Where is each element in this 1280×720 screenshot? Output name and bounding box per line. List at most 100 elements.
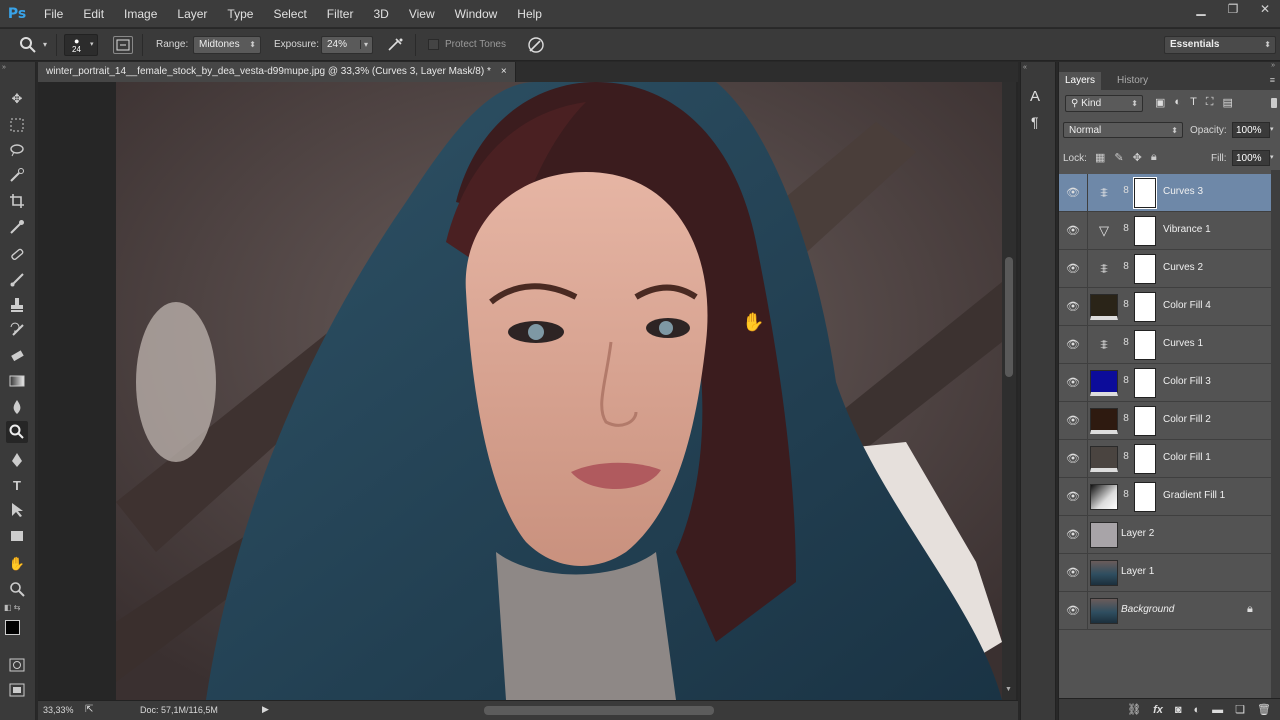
close-tab-icon[interactable]: × [501,62,507,82]
layer-row[interactable]: 👁︎ ⩨ 8 Curves 2 [1059,250,1271,288]
character-panel-icon[interactable]: A [1030,88,1040,105]
zoom-tool-icon[interactable] [6,578,28,600]
type-tool-icon[interactable]: T [6,474,28,496]
layer-mask-thumbnail[interactable] [1134,406,1156,436]
visibility-eye-icon[interactable]: 👁︎ [1065,224,1081,238]
menu-view[interactable]: View [399,0,445,28]
layer-row[interactable]: 👁︎ 8 Color Fill 3 [1059,364,1271,402]
export-icon[interactable]: ⇱ [85,704,93,715]
tab-history[interactable]: History [1111,72,1154,90]
menu-help[interactable]: Help [507,0,552,28]
opacity-dropdown-icon[interactable]: ▾ [1270,125,1274,133]
lasso-tool-icon[interactable] [6,139,28,161]
document-tab[interactable]: winter_portrait_14__female_stock_by_dea_… [38,62,516,82]
visibility-eye-icon[interactable]: 👁︎ [1065,186,1081,200]
exposure-input[interactable]: 24% ▾ [321,36,373,54]
airbrush-icon[interactable] [386,36,406,54]
mask-link-icon[interactable]: 8 [1121,185,1131,201]
menu-type[interactable]: Type [217,0,263,28]
collapse-toolbox-icon[interactable]: » [2,64,32,71]
lock-transparent-icon[interactable]: ▦ [1095,151,1105,164]
visibility-eye-icon[interactable]: 👁︎ [1065,338,1081,352]
crop-tool-icon[interactable] [6,190,28,212]
layer-row[interactable]: 👁︎ 8 Color Fill 1 [1059,440,1271,478]
mask-link-icon[interactable]: 8 [1121,337,1131,353]
zoom-level[interactable]: 33,33% [43,705,74,715]
add-mask-icon[interactable]: ◙ [1175,704,1182,716]
move-tool-icon[interactable]: ✥ [6,88,28,110]
vertical-scroll-thumb[interactable] [1005,257,1013,377]
visibility-eye-icon[interactable]: 👁︎ [1065,528,1081,542]
collapse-panels-icon[interactable]: « [1023,64,1053,71]
fill-dropdown-icon[interactable]: ▾ [1270,153,1274,161]
marquee-tool-icon[interactable] [6,114,28,136]
brush-tool-icon[interactable] [6,268,28,290]
history-brush-tool-icon[interactable] [6,319,28,341]
pressure-size-icon[interactable] [526,35,546,55]
vertical-scrollbar[interactable]: ▼ [1002,82,1016,700]
visibility-eye-icon[interactable]: 👁︎ [1065,490,1081,504]
visibility-eye-icon[interactable]: 👁︎ [1065,604,1081,618]
new-layer-icon[interactable]: ❏ [1235,703,1245,716]
gradient-tool-icon[interactable] [6,370,28,392]
dodge-tool-preset-icon[interactable] [18,35,38,55]
menu-select[interactable]: Select [263,0,316,28]
opacity-input[interactable]: 100% [1232,122,1270,138]
layer-row[interactable]: 👁︎ Layer 1 [1059,554,1271,592]
layer-row[interactable]: 👁︎ Background 🔒︎ [1059,592,1271,630]
pen-tool-icon[interactable] [6,449,28,471]
clone-stamp-tool-icon[interactable] [6,294,28,316]
canvas-area[interactable]: ✋ [38,82,1018,700]
menu-3d[interactable]: 3D [363,0,398,28]
visibility-eye-icon[interactable]: 👁︎ [1065,566,1081,580]
visibility-eye-icon[interactable]: 👁︎ [1065,262,1081,276]
layer-mask-thumbnail[interactable] [1134,330,1156,360]
protect-tones-checkbox[interactable] [428,39,439,50]
range-select[interactable]: Midtones ⬍ [193,36,261,54]
filter-pixel-icon[interactable]: ▣ [1155,96,1165,109]
foreground-color-swatch[interactable] [5,620,20,635]
new-adjustment-layer-icon[interactable]: ◐ [1194,704,1201,716]
mask-link-icon[interactable]: 8 [1121,489,1131,505]
layer-mask-thumbnail[interactable] [1134,444,1156,474]
visibility-eye-icon[interactable]: 👁︎ [1065,376,1081,390]
status-menu-arrow-icon[interactable]: ▶ [262,704,269,715]
layer-row[interactable]: 👁︎ ▽ 8 Vibrance 1 [1059,212,1271,250]
menu-edit[interactable]: Edit [73,0,114,28]
quick-mask-icon[interactable] [6,654,28,676]
layer-row[interactable]: 👁︎ 8 Color Fill 4 [1059,288,1271,326]
mask-link-icon[interactable]: 8 [1121,413,1131,429]
layer-mask-thumbnail[interactable] [1134,482,1156,512]
eraser-tool-icon[interactable] [6,345,28,367]
tab-layers[interactable]: Layers [1059,72,1102,90]
layer-row[interactable]: 👁︎ Layer 2 [1059,516,1271,554]
link-layers-icon[interactable]: ⛓ [1127,703,1141,716]
filter-type-icon[interactable]: T [1190,96,1197,109]
mask-link-icon[interactable]: 8 [1121,299,1131,315]
layer-row[interactable]: 👁︎ ⩨ 8 Curves 1 [1059,326,1271,364]
layer-style-icon[interactable]: fx [1153,704,1163,716]
mask-link-icon[interactable]: 8 [1121,223,1131,239]
layer-mask-thumbnail[interactable] [1134,216,1156,246]
visibility-eye-icon[interactable]: 👁︎ [1065,452,1081,466]
filter-smart-object-icon[interactable]: ▤ [1223,96,1233,109]
visibility-eye-icon[interactable]: 👁︎ [1065,300,1081,314]
brush-panel-toggle-icon[interactable] [113,36,133,54]
horizontal-scroll-thumb[interactable] [484,706,714,715]
delete-layer-icon[interactable]: 🗑︎ [1257,703,1271,716]
layer-row[interactable]: 👁︎ 8 Color Fill 2 [1059,402,1271,440]
document-image[interactable]: ✋ [116,82,1002,700]
collapse-icon[interactable]: » [1271,62,1275,69]
fill-input[interactable]: 100% [1232,150,1270,166]
rectangle-tool-icon[interactable] [6,525,28,547]
blend-mode-select[interactable]: Normal ⬍ [1063,122,1183,138]
chevron-down-icon[interactable]: ▾ [359,40,368,49]
paragraph-panel-icon[interactable]: ¶ [1031,114,1039,130]
menu-file[interactable]: File [34,0,73,28]
layer-mask-thumbnail[interactable] [1134,368,1156,398]
menu-layer[interactable]: Layer [167,0,217,28]
layer-mask-thumbnail[interactable] [1134,254,1156,284]
filter-toggle[interactable] [1271,98,1277,108]
filter-kind-select[interactable]: ⚲ Kind ⬍ [1065,95,1143,112]
layer-row[interactable]: 👁︎ 8 Gradient Fill 1 [1059,478,1271,516]
